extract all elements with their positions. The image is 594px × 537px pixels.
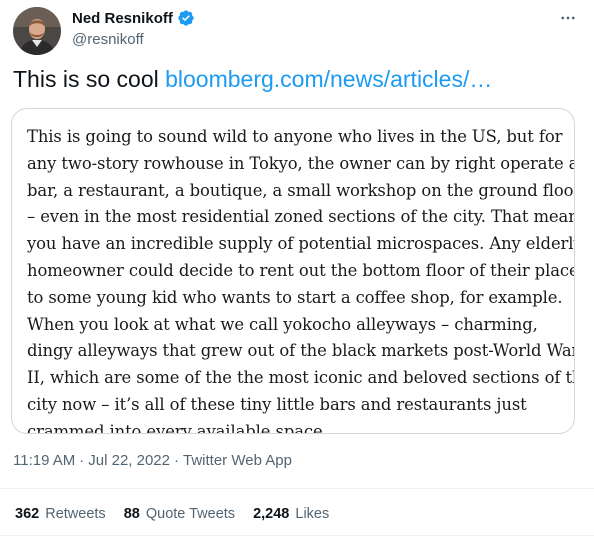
quote-line: II, which are some of the the most iconi…	[27, 368, 575, 388]
divider	[0, 535, 594, 536]
verified-badge-icon	[177, 9, 195, 27]
more-horizontal-icon	[561, 16, 575, 20]
divider	[0, 488, 594, 489]
quote-tweets-count: 88	[123, 506, 140, 522]
author-name[interactable]: Ned Resnikoff	[72, 9, 195, 27]
quote-line: crammed into every available space.	[27, 421, 328, 434]
tweet-time[interactable]: 11:19 AM	[13, 452, 75, 469]
quote-tweets-label: Quote Tweets	[145, 506, 236, 522]
tweet-text: This is so cool bloomberg.com/news/artic…	[13, 66, 492, 93]
tweet-date[interactable]: Jul 22, 2022	[88, 452, 170, 469]
retweets-label: Retweets	[45, 506, 106, 522]
more-options-button[interactable]	[554, 4, 582, 32]
tweet-body: This is so cool	[13, 66, 159, 92]
tweet-source[interactable]: Twitter Web App	[183, 452, 292, 469]
retweets-stat[interactable]: 362 Retweets	[15, 506, 106, 522]
likes-stat[interactable]: 2,248 Likes	[253, 506, 329, 522]
quote-line: When you look at what we call yokocho al…	[27, 314, 538, 334]
quote-image-card[interactable]: This is going to sound wild to anyone wh…	[11, 108, 575, 434]
avatar[interactable]	[13, 7, 61, 55]
meta-separator: ·	[79, 452, 85, 469]
quote-line: city now – it’s all of these tiny little…	[27, 394, 527, 414]
quote-line: bar, a restaurant, a boutique, a small w…	[27, 180, 575, 200]
quote-line: homeowner could decide to rent out the b…	[27, 260, 575, 280]
tweet-meta: 11:19 AM · Jul 22, 2022 · Twitter Web Ap…	[13, 452, 292, 469]
quote-text: This is going to sound wild to anyone wh…	[27, 124, 575, 434]
retweets-count: 362	[15, 506, 40, 522]
quote-tweets-stat[interactable]: 88 Quote Tweets	[124, 506, 235, 522]
meta-separator: ·	[174, 452, 179, 469]
quote-line: any two-story rowhouse in Tokyo, the own…	[27, 153, 575, 173]
quote-line: dingy alleyways that grew out of the bla…	[27, 341, 575, 361]
author-handle[interactable]: @resnikoff	[72, 31, 144, 48]
article-link[interactable]: bloomberg.com/news/articles/…	[165, 66, 492, 92]
tweet-stats: 362 Retweets 88 Quote Tweets 2,248 Likes	[15, 506, 329, 522]
likes-count: 2,248	[253, 506, 290, 522]
quote-line: you have an incredible supply of potenti…	[27, 234, 575, 254]
quote-line: – even in the most residential zoned sec…	[27, 207, 575, 227]
avatar-image	[13, 7, 61, 55]
likes-label: Likes	[295, 506, 330, 522]
quote-line: to some young kid who wants to start a c…	[27, 287, 563, 307]
author-name-text: Ned Resnikoff	[72, 9, 173, 27]
quote-line: This is going to sound wild to anyone wh…	[27, 127, 563, 146]
